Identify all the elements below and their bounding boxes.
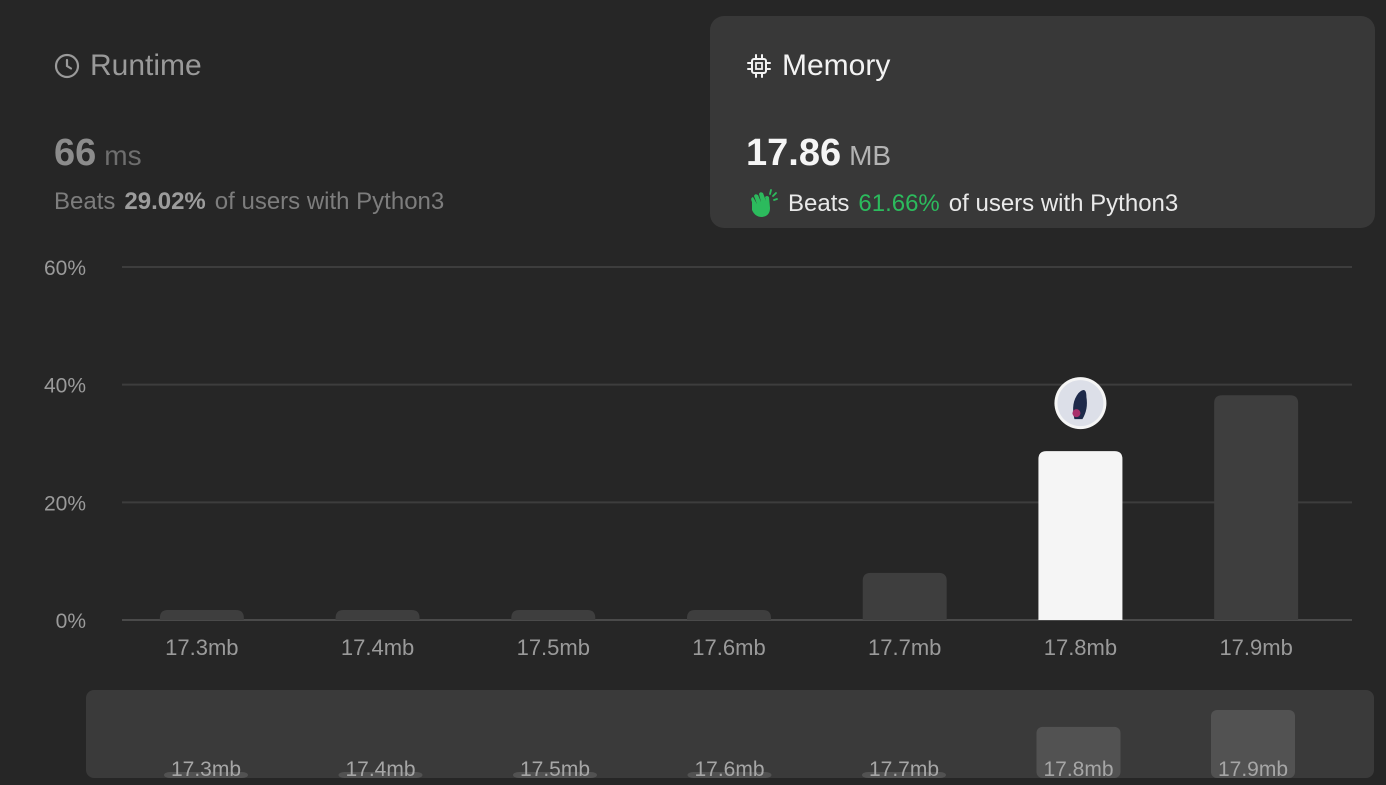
chart-range-navigator[interactable]: 17.3mb 17.4mb 17.5mb 17.6mb 17.7mb 17.8mb 17.9… [86, 690, 1374, 780]
bar[interactable] [335, 610, 420, 620]
x-tick-label: 17.3mb [165, 635, 238, 660]
memory-value: 17.86 [746, 132, 842, 174]
memory-unit: MB [849, 140, 892, 171]
x-tick-label: 17.6mb [692, 635, 765, 660]
runtime-beats-percent: 29.02% [124, 188, 206, 215]
memory-beats-percent: 61.66% [858, 190, 940, 217]
navigator-label: 17.6mb [694, 758, 764, 780]
runtime-title: Runtime [90, 49, 202, 82]
runtime-value: 66 [54, 132, 97, 174]
y-tick-label: 20% [44, 492, 86, 515]
memory-card[interactable]: Memory 17.86 MB Beats 61.66% of users wi… [710, 16, 1375, 228]
y-tick-label: 0% [56, 610, 86, 633]
runtime-unit: ms [104, 140, 142, 171]
memory-beats-suffix: of users with Python3 [948, 190, 1179, 217]
chip-icon [746, 53, 772, 79]
bar[interactable] [1214, 395, 1299, 620]
x-tick-label: 17.7mb [868, 635, 941, 660]
navigator-label: 17.8mb [1043, 758, 1113, 780]
navigator-label: 17.7mb [869, 758, 939, 780]
bar[interactable] [862, 572, 947, 620]
runtime-beats-suffix: of users with Python3 [214, 188, 445, 215]
x-tick-label: 17.9mb [1219, 635, 1292, 660]
memory-beats: Beats 61.66% of users with Python3 [746, 188, 1178, 220]
memory-value-row: 17.86 MB [746, 132, 891, 175]
x-tick-label: 17.4mb [341, 635, 414, 660]
clock-icon [54, 53, 80, 79]
bar[interactable] [159, 610, 244, 620]
runtime-beats-prefix: Beats [54, 188, 116, 215]
x-tick-label: 17.8mb [1044, 635, 1117, 660]
y-tick-label: 40% [44, 375, 86, 398]
memory-beats-prefix: Beats [788, 190, 850, 217]
bar[interactable] [687, 610, 771, 620]
runtime-value-row: 66 ms [54, 132, 142, 175]
memory-title: Memory [782, 49, 891, 82]
x-tick-label: 17.5mb [517, 635, 590, 660]
navigator-label: 17.3mb [171, 758, 241, 780]
navigator-label: 17.9mb [1218, 758, 1288, 780]
clap-icon [746, 188, 778, 220]
memory-distribution-chart: 0% 20% 40% 60% 17.3mb 17.4mb 17.5mb 17.6mb 17.7m… [44, 257, 1352, 660]
runtime-header: Runtime [54, 48, 202, 84]
avatar-accent [1072, 409, 1081, 418]
y-tick-label: 60% [44, 257, 86, 280]
bar-highlighted[interactable] [1038, 451, 1123, 620]
runtime-beats: Beats 29.02% of users with Python3 [54, 188, 444, 216]
runtime-card[interactable]: Runtime 66 ms Beats 29.02% of users with… [18, 16, 690, 228]
navigator-label: 17.5mb [520, 758, 590, 780]
memory-header: Memory [746, 48, 890, 84]
navigator-label: 17.4mb [345, 758, 415, 780]
bar[interactable] [511, 610, 596, 620]
